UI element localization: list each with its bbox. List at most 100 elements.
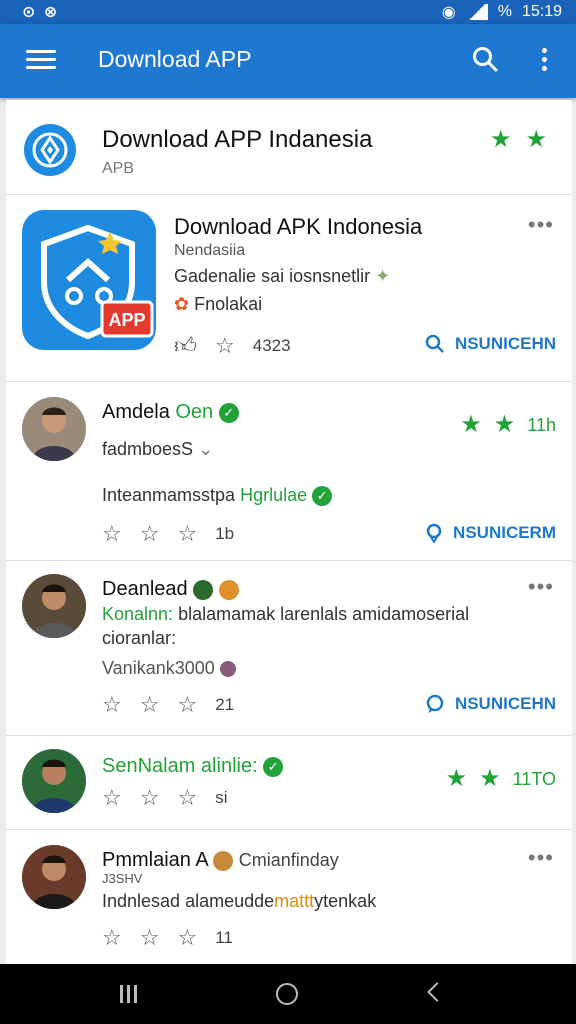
star-outline-icon[interactable]: ☆ [140,787,160,809]
star-outline-icon[interactable]: ☆ [177,927,197,949]
star-outline-icon[interactable]: ☆ [140,694,160,716]
battery-label: % [497,3,512,20]
verified-icon: ✓ [312,486,333,507]
fire-icon: ✿ [174,294,190,314]
search-small-icon [425,334,444,353]
reviewer-name-highlight: Oen [175,401,214,423]
content-sheet: Download APP Indanesia APB ★ ★ APP Downl… [6,100,572,964]
review-card[interactable]: Pmmlaian A Cmianfinday J3SHV ••• Indnles… [6,831,572,964]
avatar [22,397,86,461]
menu-icon[interactable] [26,50,56,70]
review-rating: ★ ★ 11h [460,413,556,437]
search-icon[interactable] [472,46,498,72]
review-card[interactable]: Deanlead ••• Konalnn: blalamamak larenla… [6,562,572,736]
star-icon: ★ [460,411,482,438]
app-title: Download APK Indonesia [174,214,423,239]
review-count: 21 [215,695,235,714]
review-card[interactable]: Amdela Oen ✓ ★ ★ 11h fadmboesS ⌄ Inteanm… [6,383,572,561]
avatar [22,574,86,638]
star-outline-icon[interactable]: ☆ [102,694,122,716]
star-outline-icon[interactable]: ☆ [102,927,122,949]
more-options-icon[interactable]: ••• [528,574,554,600]
header-title: Download APP Indanesia [102,126,373,153]
star-outline-icon[interactable]: ☆ [177,694,197,716]
thumbs-up-icon[interactable]: 👍︎ [174,332,197,359]
status-bar: ⊙ ⊗ ◉ % 15:19 [0,0,576,24]
star-icon: ★ [493,411,516,438]
avatar [22,845,86,909]
overflow-menu-icon[interactable] [540,48,550,74]
review-text-c: ytenkak [314,891,377,911]
header-subtitle: APB [102,160,135,177]
star-outline-icon[interactable]: ☆ [177,787,197,809]
app-developer: Nendasiia [174,242,246,259]
review-actions: ☆ ☆ ☆ 21 [102,694,234,716]
back-icon[interactable] [427,982,447,1002]
review-text: Indnlesad alameuddematttytenkak [102,891,376,912]
signal-icon [465,4,488,20]
star-outline-icon[interactable]: ☆ [177,523,197,545]
review-small-label: J3SHV [102,871,143,886]
review-text-a: Indnlesad alameudde [102,891,275,911]
star-icon: ★ [445,765,468,792]
reviewer-name-text: SenNalam alinlie: [102,755,258,777]
system-nav-bar [0,964,576,1024]
avatar [22,749,86,813]
reviewer-name-text: Amdela [102,401,170,423]
home-icon[interactable] [276,983,298,1005]
review-action-button[interactable]: NSUNICERM [425,523,556,543]
app-description: Gadenalie sai iosnsnetlir ✦ [174,266,390,287]
app-action-label: NSUNICEHN [454,334,556,353]
star-outline-icon[interactable]: ☆ [140,927,160,949]
reviewer-name-tail: Cmianfinday [238,850,339,870]
review-count: 11 [215,928,233,947]
review-text: Konalnn: blalamamak larenlals amidamoser… [102,604,469,625]
sparkle-icon: ✦ [375,266,391,286]
more-options-icon[interactable]: ••• [528,212,554,238]
app-tag-text: Fnolakai [194,294,263,314]
badge-icon [193,579,214,600]
alarm-icon: ◉ [441,4,456,21]
app-shield-icon: APP [22,210,156,350]
review-count: si [215,788,228,807]
review-subtitle-text: fadmboesS [102,439,194,459]
review-footer: Vanikank3000 [102,658,236,679]
review-text-continued: cioranlar: [102,628,177,648]
star-outline-icon[interactable]: ☆ [102,523,122,545]
location-icon [426,523,442,543]
review-action-label: NSUNICEHN [454,694,556,713]
rating-value: 11TO [512,768,556,789]
star-icon: ★ [525,126,548,153]
reviewer-name: Amdela Oen ✓ [102,401,239,424]
app-icon-text: APP [108,310,145,330]
review-card[interactable]: SenNalam alinlie: ✓ ★ ★ 11TO ☆ ☆ ☆ si [6,737,572,830]
review-subtitle: fadmboesS ⌄ [102,439,213,460]
badge-icon [218,579,239,600]
star-outline-icon[interactable]: ☆ [215,334,235,357]
app-card[interactable]: APP Download APK Indonesia ••• Nendasiia… [6,196,572,382]
recent-apps-icon[interactable] [120,985,137,1003]
emoji-icon [219,661,236,678]
review-text-a: Inteanmamsstpa [102,485,241,505]
reviewer-name: Deanlead [102,578,239,601]
more-options-icon[interactable]: ••• [528,845,554,871]
chevron-down-icon[interactable]: ⌄ [198,439,213,459]
app-tag: ✿ Fnolakai [174,294,262,315]
app-action-button[interactable]: NSUNICEHN [425,334,556,354]
star-outline-icon[interactable]: ☆ [102,787,122,809]
review-count: 1b [215,524,235,543]
app-description-text: Gadenalie sai iosnsnetlir [174,266,371,286]
review-actions: ☆ ☆ ☆ si [102,787,227,809]
review-action-button[interactable]: NSUNICEHN [425,694,556,714]
reviewer-name-text: Pmmlaian A [102,849,208,871]
review-text-b: mattt [274,891,315,911]
app-logo-icon [24,124,76,176]
app-actions: 👍︎ ☆ 4323 [174,332,291,359]
review-text-body: blalamamak larenlals amidamoserial [173,604,470,624]
star-icon: ★ [490,126,512,153]
badge-icon [213,850,234,871]
header-rating: ★ ★ [490,128,547,152]
star-outline-icon[interactable]: ☆ [140,523,160,545]
chat-icon [426,694,444,713]
app-count: 4323 [252,335,291,355]
